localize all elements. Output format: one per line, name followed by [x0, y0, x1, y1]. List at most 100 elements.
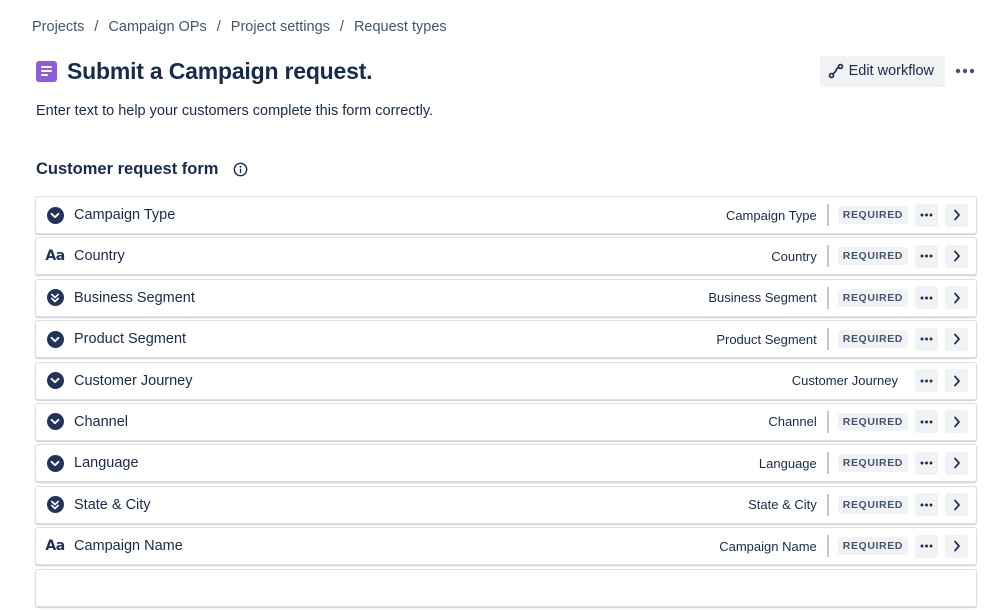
more-icon [920, 420, 933, 424]
more-icon [920, 379, 933, 383]
breadcrumb-projects[interactable]: Projects [32, 19, 84, 35]
field-label: Language [74, 455, 139, 472]
breadcrumb-project-settings[interactable]: Project settings [231, 19, 330, 35]
divider [826, 204, 829, 226]
field-row-next-partial[interactable] [35, 568, 977, 607]
row-more-button[interactable] [915, 327, 938, 351]
request-type-icon [36, 60, 57, 82]
page-header: Submit a Campaign request. Edit workflow [36, 55, 976, 87]
required-badge: REQUIRED [837, 537, 908, 556]
field-name: State & City [748, 497, 817, 513]
form-description[interactable]: Enter text to help your customers comple… [36, 103, 433, 119]
divider [826, 328, 829, 351]
more-actions-button[interactable] [954, 56, 976, 87]
form-section-title: Customer request form [36, 160, 248, 179]
field-name: Country [771, 248, 817, 264]
more-icon [920, 296, 933, 300]
edit-workflow-label: Edit workflow [848, 63, 934, 79]
chevron-right-icon[interactable] [945, 534, 968, 558]
select-icon [46, 372, 64, 390]
breadcrumb-separator: / [94, 19, 99, 35]
field-name: Business Segment [708, 290, 817, 306]
row-more-button[interactable] [915, 244, 938, 268]
field-name: Channel [768, 414, 817, 430]
divider [826, 535, 829, 558]
row-more-button[interactable] [915, 286, 938, 310]
required-badge: REQUIRED [837, 412, 908, 431]
divider [826, 245, 829, 268]
field-name: Product Segment [716, 331, 817, 347]
more-icon [955, 68, 975, 74]
chevron-right-icon[interactable] [945, 493, 968, 517]
field-label: Channel [74, 413, 129, 430]
field-row-channel[interactable]: Channel Channel REQUIRED [35, 402, 977, 441]
multi-select-icon [46, 496, 64, 514]
field-label: Country [74, 248, 125, 265]
field-label: Campaign Type [74, 207, 176, 223]
more-icon [920, 503, 933, 507]
field-label: State & City [74, 496, 151, 513]
divider [826, 493, 829, 516]
breadcrumb-separator: / [339, 19, 344, 35]
field-name: Campaign Name [719, 538, 817, 554]
divider [826, 410, 829, 433]
divider [826, 286, 829, 309]
field-row-language[interactable]: Language Language REQUIRED [35, 444, 977, 483]
field-label: Business Segment [74, 289, 195, 306]
required-badge: REQUIRED [837, 495, 908, 514]
select-icon [46, 413, 64, 431]
field-name: Customer Journey [791, 373, 898, 389]
required-badge: REQUIRED [837, 330, 908, 349]
more-icon [920, 254, 933, 258]
required-badge: REQUIRED [837, 247, 908, 266]
field-row-business-segment[interactable]: Business Segment Business Segment REQUIR… [35, 278, 977, 317]
field-row-country[interactable]: Aa Country Country REQUIRED [35, 237, 977, 276]
multi-select-icon [46, 289, 64, 307]
chevron-right-icon[interactable] [945, 203, 968, 227]
page-title: Submit a Campaign request. [67, 57, 373, 84]
field-row-product-segment[interactable]: Product Segment Product Segment REQUIRED [35, 320, 977, 359]
field-name: Language [758, 455, 817, 471]
chevron-right-icon[interactable] [945, 244, 968, 268]
chevron-right-icon[interactable] [945, 327, 968, 351]
edit-workflow-button[interactable]: Edit workflow [819, 55, 945, 87]
chevron-right-icon[interactable] [945, 451, 968, 475]
breadcrumb-request-types[interactable]: Request types [354, 19, 447, 35]
field-label: Product Segment [74, 331, 187, 348]
more-icon [920, 544, 933, 548]
row-more-button[interactable] [915, 369, 938, 393]
workflow-icon [828, 63, 843, 79]
form-title: Customer request form [36, 160, 219, 178]
breadcrumb-campaign-ops[interactable]: Campaign OPs [108, 19, 206, 35]
field-name: Campaign Type [725, 207, 817, 223]
more-icon [920, 213, 933, 217]
select-icon [46, 330, 64, 348]
field-row-state-city[interactable]: State & City State & City REQUIRED [35, 485, 977, 524]
row-more-button[interactable] [915, 534, 938, 558]
required-badge: REQUIRED [837, 288, 908, 307]
divider [826, 452, 829, 475]
more-icon [920, 461, 933, 465]
field-row-customer-journey[interactable]: Customer Journey Customer Journey [35, 361, 977, 400]
field-row-campaign-name[interactable]: Aa Campaign Name Campaign Name REQUIRED [35, 527, 977, 566]
select-icon [46, 206, 64, 224]
field-label: Customer Journey [74, 372, 193, 389]
info-icon[interactable] [233, 162, 248, 177]
row-more-button[interactable] [915, 203, 938, 227]
chevron-right-icon[interactable] [945, 410, 968, 434]
breadcrumb-separator: / [216, 19, 221, 35]
required-badge: REQUIRED [837, 454, 908, 473]
row-more-button[interactable] [915, 451, 938, 475]
text-field-icon: Aa [45, 248, 65, 265]
more-icon [920, 337, 933, 341]
row-more-button[interactable] [915, 410, 938, 434]
required-badge: REQUIRED [837, 206, 908, 224]
field-list: Campaign Type Campaign Type REQUIRED Aa … [35, 196, 977, 610]
field-row-campaign-type[interactable]: Campaign Type Campaign Type REQUIRED [35, 196, 977, 234]
chevron-right-icon[interactable] [945, 286, 968, 310]
row-more-button[interactable] [915, 493, 938, 517]
breadcrumb: Projects / Campaign OPs / Project settin… [32, 19, 447, 35]
field-label: Campaign Name [74, 538, 183, 555]
select-icon [46, 454, 64, 472]
chevron-right-icon[interactable] [945, 369, 968, 393]
